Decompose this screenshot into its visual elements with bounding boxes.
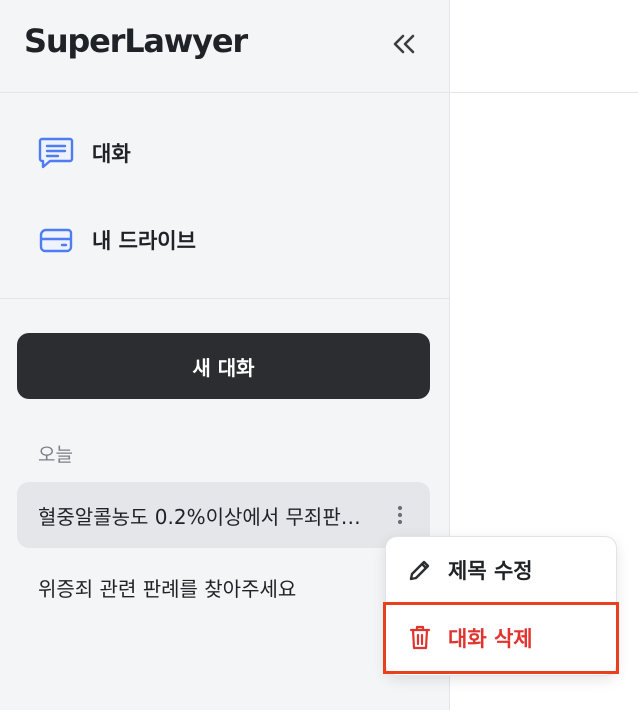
conversation-context-menu: 제목 수정 대화 삭제 bbox=[385, 536, 617, 676]
nav-item-my-drive[interactable]: 내 드라이브 bbox=[36, 220, 196, 260]
nav-item-chat[interactable]: 대화 bbox=[36, 133, 131, 173]
conversation-title: 혈중알콜농도 0.2%이상에서 무죄판결 사례 bbox=[38, 504, 368, 529]
sidebar-header: SuperLawyer bbox=[0, 0, 449, 93]
chat-icon bbox=[36, 133, 76, 173]
conversation-item-active[interactable]: 혈중알콜농도 0.2%이상에서 무죄판결 사례 bbox=[17, 482, 430, 548]
trash-icon bbox=[406, 624, 434, 652]
kebab-icon bbox=[397, 505, 403, 525]
collapse-sidebar-button[interactable] bbox=[388, 30, 420, 62]
new-chat-button[interactable]: 새 대화 bbox=[17, 333, 430, 399]
conversation-item[interactable]: 위증죄 관련 판례를 찾아주세요 bbox=[17, 554, 430, 620]
sidebar-divider bbox=[0, 298, 449, 299]
pencil-icon bbox=[406, 556, 434, 584]
app-window: SuperLawyer 대화 내 드라이브 새 대화 오늘 혈중알콜농도 0.2… bbox=[0, 0, 638, 710]
rename-title-menu-item[interactable]: 제목 수정 bbox=[386, 539, 616, 601]
delete-conversation-menu-item[interactable]: 대화 삭제 bbox=[386, 607, 616, 669]
sidebar: SuperLawyer 대화 내 드라이브 새 대화 오늘 혈중알콜농도 0.2… bbox=[0, 0, 450, 710]
double-chevron-left-icon bbox=[391, 33, 417, 59]
nav-item-label: 대화 bbox=[92, 142, 131, 166]
history-section-label: 오늘 bbox=[38, 444, 73, 466]
app-logo: SuperLawyer bbox=[24, 22, 248, 60]
nav-item-label: 내 드라이브 bbox=[92, 229, 196, 253]
menu-item-label: 제목 수정 bbox=[448, 559, 533, 583]
main-header-divider bbox=[450, 92, 638, 93]
wallet-drive-icon bbox=[36, 220, 76, 260]
conversation-title: 위증죄 관련 판례를 찾아주세요 bbox=[38, 576, 297, 601]
more-options-button[interactable] bbox=[392, 503, 408, 527]
menu-item-label: 대화 삭제 bbox=[448, 627, 533, 651]
